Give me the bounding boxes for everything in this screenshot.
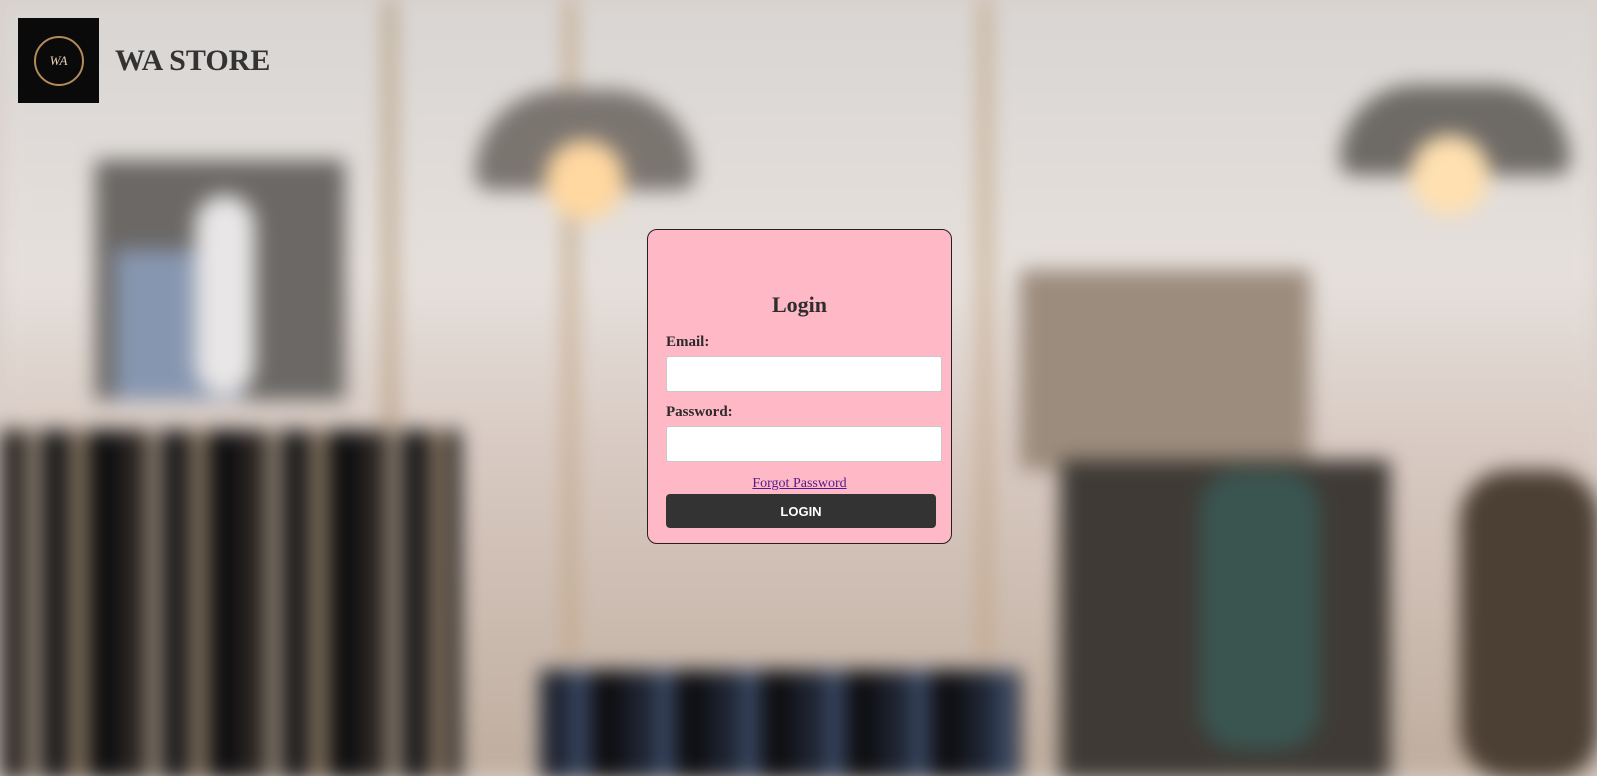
brand-name: WA STORE [115,43,271,77]
email-label: Email: [666,334,710,350]
site-header: WA WA STORE [18,18,270,103]
forgot-password-link[interactable]: Forgot Password [666,476,933,492]
email-input[interactable] [666,356,942,392]
login-page: WA WA STORE Login Email: Password: Forgo… [0,0,1597,776]
login-button[interactable]: LOGIN [666,494,936,528]
password-label: Password: [666,404,733,420]
store-logo[interactable]: WA [18,18,99,103]
login-title: Login [771,292,828,317]
logo-monogram: WA [33,35,84,86]
login-card: Login Email: Password: Forgot Password L… [647,229,952,544]
password-input[interactable] [666,426,942,462]
